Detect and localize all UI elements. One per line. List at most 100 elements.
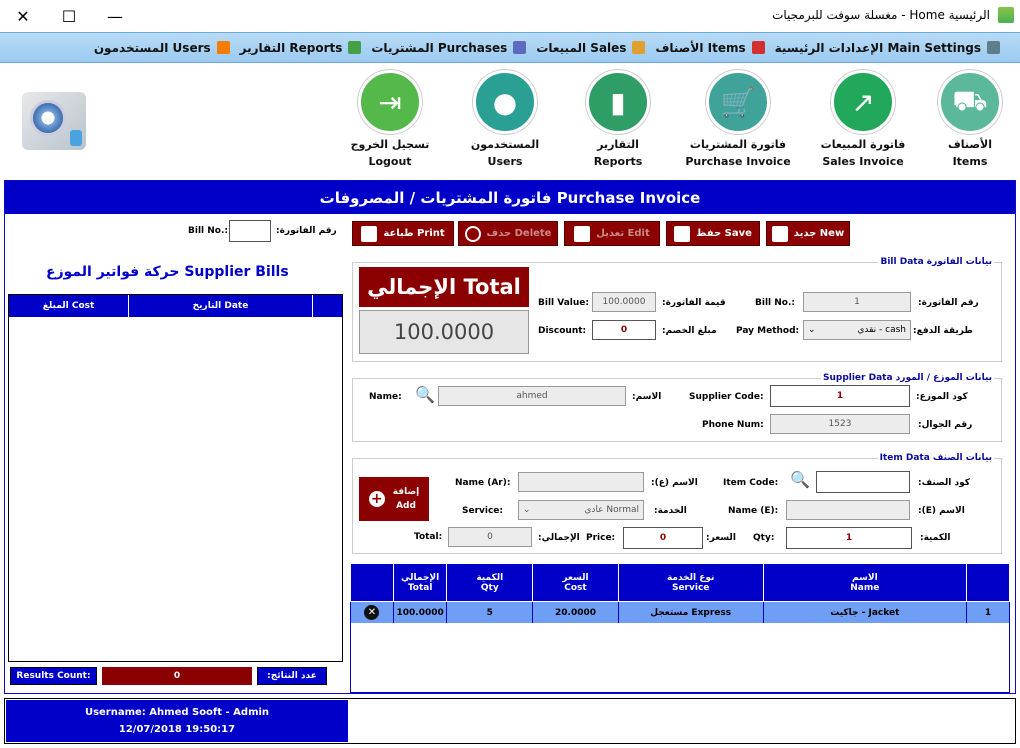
- add-item-button[interactable]: + إضافة Add: [359, 477, 429, 521]
- floppy-save-icon: [674, 225, 691, 242]
- new-document-icon: [771, 225, 788, 242]
- menu-item-0[interactable]: الإعدادات الرئيسية Main Settings: [775, 41, 1000, 55]
- toolbar-label-en: Reports: [593, 155, 643, 168]
- bill-no-label-en: Bill No.:: [188, 226, 228, 236]
- maximize-icon: ☐: [61, 6, 77, 26]
- save-button[interactable]: حفظ Save: [666, 221, 760, 246]
- items-col-header[interactable]: [966, 563, 1010, 602]
- menu-bar: الإعدادات الرئيسية Main Settings الأصناف …: [0, 32, 1020, 63]
- remove-circle-icon[interactable]: ✕: [364, 605, 380, 620]
- toolbar-label-en: Sales Invoice: [822, 155, 904, 168]
- toolbar-reports[interactable]: ▮ التقارير Reports: [558, 70, 678, 170]
- menu-item-3[interactable]: المشتريات Purchases: [371, 40, 527, 55]
- name-e-label-ar: الاسم (E):: [918, 506, 965, 516]
- cell-qty: 5: [446, 601, 534, 624]
- chart-icon: [348, 41, 362, 54]
- menu-item-label: المشتريات Purchases: [371, 40, 508, 55]
- qty-label-en: Qty:: [753, 533, 775, 543]
- service-select[interactable]: ⌄ عادي Normal: [518, 500, 644, 520]
- menu-item-1[interactable]: الأصناف Items: [655, 40, 765, 55]
- item-code-label-ar: كود الصنف:: [918, 478, 970, 488]
- bill-value-label-ar: قيمة الفاتورة:: [662, 298, 726, 308]
- results-count-label-en: Results Count:: [10, 667, 97, 685]
- pay-method-label-en: Pay Method:: [736, 326, 800, 336]
- items-col-header[interactable]: الاسم Name: [762, 563, 968, 602]
- menu-item-5[interactable]: المستخدمون Users: [94, 41, 230, 55]
- menu-item-2[interactable]: المبيعات Sales: [536, 41, 646, 55]
- cell-name: جاكيت - Jacket: [762, 601, 968, 624]
- items-col-header[interactable]: السعر Cost: [532, 563, 619, 602]
- chevron-down-icon: ⌄: [523, 505, 531, 515]
- items-table-empty-area: [350, 623, 1010, 693]
- bill-value-field: 100.0000: [592, 292, 656, 312]
- bar-chart-icon: ▮: [586, 70, 650, 134]
- edit-button[interactable]: تعديل Edit: [564, 221, 660, 246]
- bill-no2-label-en: Bill No.:: [755, 298, 795, 308]
- qty-input[interactable]: 1: [786, 527, 912, 549]
- total-value: 100.0000: [359, 310, 529, 354]
- close-icon: ✕: [16, 6, 30, 26]
- cell-total: 100.0000: [392, 601, 448, 624]
- item-code-input[interactable]: [816, 471, 910, 493]
- title-bar: ✕ ☐ — الرئيسية Home - مغسلة سوفت للبرمجي…: [0, 0, 1020, 32]
- app-icon: [998, 7, 1014, 23]
- toolbar-label-ar: التقارير: [597, 138, 639, 151]
- item-total-field: 0: [448, 527, 532, 547]
- remove-row-cell[interactable]: ✕: [350, 601, 394, 624]
- minimize-button[interactable]: —: [92, 0, 138, 32]
- items-col-header[interactable]: نوع الخدمة Service: [617, 563, 764, 602]
- menu-item-label: التقارير Reports: [239, 40, 343, 55]
- service-label-ar: الخدمة:: [654, 506, 687, 516]
- supplier-bills-grid[interactable]: المبلغ Cost التاريخ Date: [8, 294, 343, 662]
- toolbar-users[interactable]: ● المستخدمون Users: [445, 70, 565, 170]
- items-col-header[interactable]: الإجمالي Total: [392, 563, 448, 602]
- toolbar-sales-invoice[interactable]: ↗ فاتورة المبيعات Sales Invoice: [803, 70, 923, 170]
- user-icon: ●: [473, 70, 537, 134]
- new-button[interactable]: جديد New: [766, 221, 850, 246]
- print-button[interactable]: طباعة Print: [352, 221, 454, 246]
- delete-button[interactable]: حذف Delete: [458, 221, 558, 246]
- toolbar-purchase-invoice[interactable]: 🛒 فاتورة المشتريات Purchase Invoice: [678, 70, 798, 170]
- toolbar-label-en: Items: [952, 155, 988, 168]
- item-code-label-en: Item Code:: [723, 478, 779, 488]
- discount-label-ar: مبلغ الخصم:: [662, 326, 717, 336]
- service-label-en: Service:: [462, 506, 504, 516]
- chevron-down-icon: ⌄: [808, 325, 816, 335]
- supplier-code-label-ar: كود الموزع:: [916, 392, 968, 402]
- items-col-header[interactable]: الكمية Qty: [446, 563, 534, 602]
- price-input[interactable]: 0: [623, 527, 703, 549]
- col-date-header[interactable]: التاريخ Date: [129, 295, 313, 317]
- items-col-header[interactable]: [350, 563, 394, 602]
- maximize-button[interactable]: ☐: [46, 0, 92, 32]
- bill-data-title: بيانات الفاتورة Bill Data: [878, 257, 994, 267]
- supplier-search-icon[interactable]: 🔍: [415, 385, 435, 404]
- menu-item-label: الأصناف Items: [655, 40, 746, 55]
- toolbar-label-ar: فاتورة المشتريات: [689, 138, 787, 151]
- header-en: Name: [850, 582, 880, 593]
- item-total-label-ar: الإجمالي:: [538, 533, 580, 543]
- bill-no-search-input[interactable]: [229, 220, 271, 242]
- cell-no: 1: [966, 601, 1010, 624]
- menu-item-label: الإعدادات الرئيسية Main Settings: [774, 40, 981, 55]
- toolbar-items[interactable]: ⛟ الأصناف Items: [910, 70, 1020, 170]
- menu-item-label: المستخدمون Users: [93, 40, 211, 55]
- price-label-en: Price:: [586, 533, 616, 543]
- delete-circle-x-icon: [464, 225, 481, 242]
- item-search-icon[interactable]: 🔍: [790, 470, 810, 489]
- toolbar-logout[interactable]: ⇥ تسجيل الخروج Logout: [330, 70, 450, 170]
- header-ar: الإجمالي: [401, 572, 440, 583]
- col-cost-header[interactable]: المبلغ Cost: [9, 295, 129, 317]
- status-datetime: 12/07/2018 19:50:17: [118, 724, 236, 735]
- discount-input[interactable]: 0: [592, 320, 656, 340]
- table-row[interactable]: ✕ 100.0000 5 20.0000 مستعجل Express جاكيت - J…: [350, 601, 1010, 624]
- growth-chart-icon: ↗: [831, 70, 895, 134]
- pay-method-select[interactable]: ⌄ نقدي - cash: [803, 320, 911, 340]
- logout-icon: ⇥: [358, 70, 422, 134]
- toolbar-label-en: Users: [487, 155, 523, 168]
- close-button[interactable]: ✕: [0, 0, 46, 32]
- bill-no-label-ar: رقم الفاتورة:: [276, 226, 337, 236]
- item-total-label-en: Total:: [414, 532, 443, 542]
- supplier-data-title: بيانات الموزع / المورد Supplier Data: [820, 373, 994, 383]
- menu-item-4[interactable]: التقارير Reports: [240, 41, 362, 55]
- supplier-code-input[interactable]: 1: [770, 385, 910, 407]
